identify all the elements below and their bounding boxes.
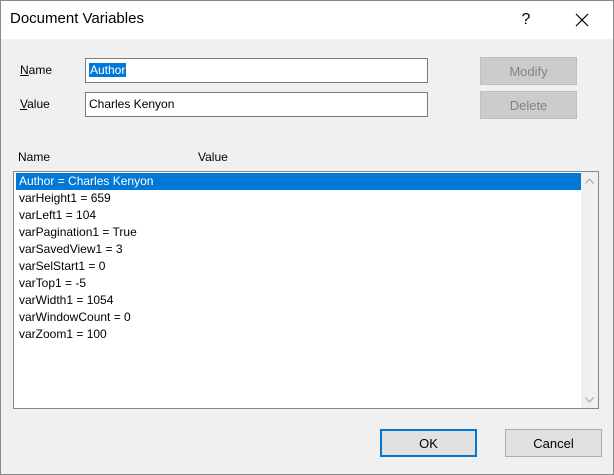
list-item[interactable]: varZoom1 = 100 [16,326,581,343]
scroll-down-button[interactable] [581,391,598,408]
list-item[interactable]: varWidth1 = 1054 [16,292,581,309]
list-item[interactable]: varSavedView1 = 3 [16,241,581,258]
list-item[interactable]: varLeft1 = 104 [16,207,581,224]
title-bar: Document Variables ? [1,1,613,39]
ok-button-label: OK [419,435,438,451]
delete-button[interactable]: Delete [480,91,577,119]
document-variables-dialog: Document Variables ? Name Author Value C… [0,0,614,475]
modify-button-label: Modify [509,63,548,79]
value-label: Value [20,97,50,111]
help-icon: ? [521,11,531,28]
list-item[interactable]: varPagination1 = True [16,224,581,241]
value-label-text: alue [27,97,50,111]
name-input-value: Author [89,63,127,77]
delete-button-label: Delete [509,97,548,113]
variables-list-rows: Author = Charles Kenyon varHeight1 = 659… [16,173,581,343]
help-button[interactable]: ? [503,1,549,39]
value-input-value: Charles Kenyon [89,97,175,111]
close-button[interactable] [559,1,605,39]
list-item[interactable]: Author = Charles Kenyon [16,173,581,190]
chevron-up-icon [585,177,594,184]
close-icon [575,13,589,27]
chevron-down-icon [585,396,594,403]
variables-list[interactable]: Author = Charles Kenyon varHeight1 = 659… [13,171,599,409]
column-header-value: Value [198,150,228,164]
list-item[interactable]: varWindowCount = 0 [16,309,581,326]
list-item[interactable]: varSelStart1 = 0 [16,258,581,275]
list-item[interactable]: varHeight1 = 659 [16,190,581,207]
value-input[interactable]: Charles Kenyon [85,92,428,117]
name-input[interactable]: Author [85,58,428,83]
name-label-accel: N [20,63,29,77]
name-label-text: ame [28,63,53,77]
vertical-scrollbar[interactable] [581,172,598,408]
dialog-title: Document Variables [10,10,144,27]
name-label: Name [20,63,52,77]
column-header-name: Name [18,150,51,164]
modify-button[interactable]: Modify [480,57,577,85]
cancel-button-label: Cancel [533,435,574,451]
ok-button[interactable]: OK [380,429,477,457]
scroll-up-button[interactable] [581,172,598,189]
cancel-button[interactable]: Cancel [505,429,602,457]
list-item[interactable]: varTop1 = -5 [16,275,581,292]
